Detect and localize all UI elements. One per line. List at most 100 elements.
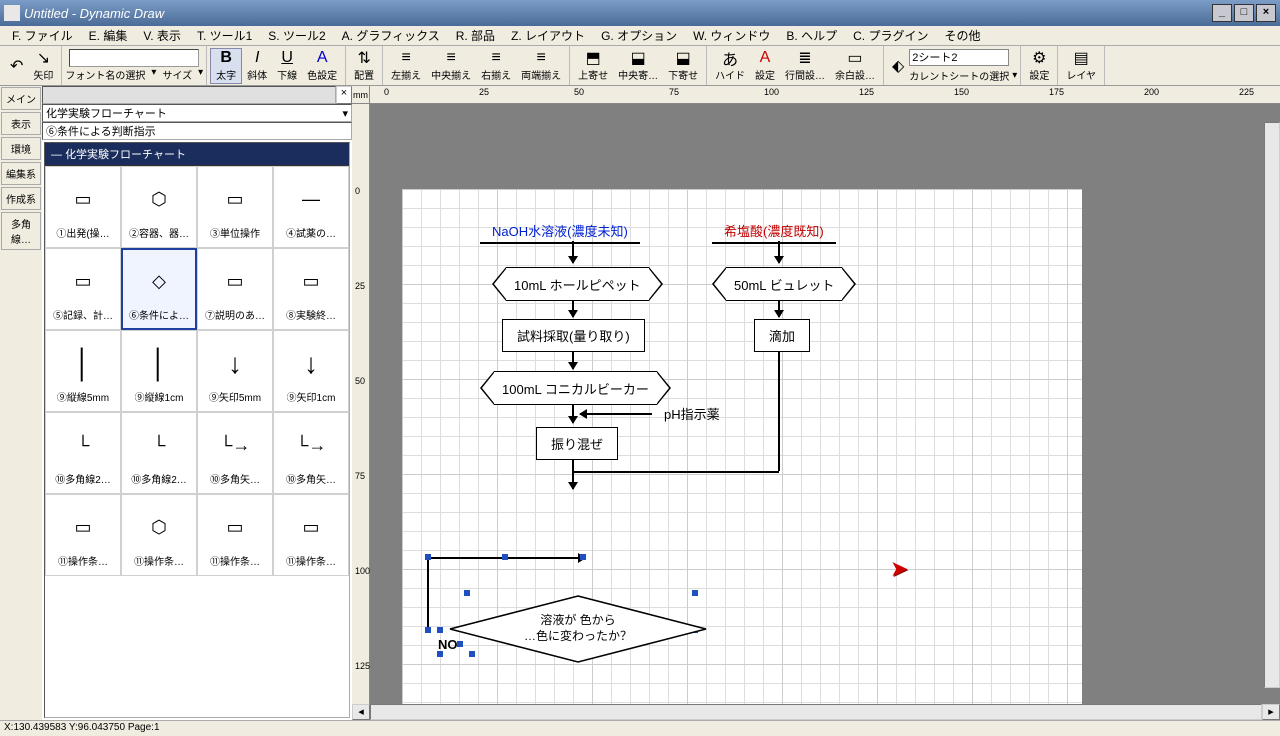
- hex-burette[interactable]: 50mL ビュレット: [712, 267, 856, 301]
- menu-window[interactable]: W. ウィンドウ: [685, 25, 778, 46]
- orient-button[interactable]: ⇅配置: [349, 48, 379, 84]
- bold-button[interactable]: B太字: [210, 48, 242, 84]
- minimize-button[interactable]: _: [1212, 4, 1232, 22]
- shape-palette-item[interactable]: └→⑩多角矢…: [197, 412, 273, 494]
- shape-palette-item[interactable]: ↓⑨矢印1cm: [273, 330, 349, 412]
- menu-options[interactable]: G. オプション: [593, 25, 685, 46]
- valign-mid-button[interactable]: ⬓中央寄…: [613, 48, 663, 84]
- shape-palette-item[interactable]: ▭①出発(操…: [45, 166, 121, 248]
- tool-undo[interactable]: ↶: [5, 48, 28, 84]
- sheet-name-input[interactable]: 2シート2: [909, 49, 1009, 66]
- title-hcl[interactable]: 希塩酸(濃度既知): [712, 219, 836, 244]
- selection-handle[interactable]: [425, 554, 431, 560]
- template-select[interactable]: 化学実験フローチャート▾: [42, 104, 352, 122]
- sheet-settings-button[interactable]: ⚙設定: [1024, 48, 1054, 84]
- font-settings-button[interactable]: A設定: [750, 48, 780, 84]
- align-both-button[interactable]: ≡両端揃え: [516, 48, 566, 84]
- shape-palette-item[interactable]: ▭⑪操作条…: [45, 494, 121, 576]
- arrow-icon: [572, 405, 574, 423]
- shape-palette-item[interactable]: ▭⑧実験終…: [273, 248, 349, 330]
- arrow-icon: [572, 351, 574, 369]
- ruler-unit: mm: [352, 86, 370, 103]
- line-spacing-button[interactable]: ≣行間設…: [780, 48, 830, 84]
- menu-tool1[interactable]: T. ツール1: [189, 25, 260, 46]
- menu-edit[interactable]: E. 編集: [81, 25, 136, 46]
- tool-arrow[interactable]: ↘矢印: [28, 48, 58, 84]
- tab-poly[interactable]: 多角線…: [1, 212, 41, 250]
- title-naoh[interactable]: NaOH水溶液(濃度未知): [480, 219, 640, 244]
- label-no[interactable]: NO: [438, 637, 458, 652]
- menu-tool2[interactable]: S. ツール2: [260, 25, 333, 46]
- shape-palette-item[interactable]: │⑨縦線5mm: [45, 330, 121, 412]
- zoom-slider[interactable]: [42, 86, 336, 104]
- shape-palette-item[interactable]: —④試薬の…: [273, 166, 349, 248]
- label-indicator[interactable]: pH指示薬: [664, 404, 720, 423]
- shape-palette-item[interactable]: └⑩多角線2…: [45, 412, 121, 494]
- left-tabs: メイン 表示 環境 編集系 作成系 多角線…: [0, 86, 42, 720]
- shape-palette-header[interactable]: — 化学実験フローチャート: [45, 143, 349, 166]
- line: [778, 351, 780, 471]
- menu-plugin[interactable]: C. プラグイン: [845, 25, 936, 46]
- diamond-decision[interactable]: 溶液が 色から…色に変わったか？: [448, 594, 708, 664]
- margin-button[interactable]: ▭余白設…: [830, 48, 880, 84]
- menu-help[interactable]: B. ヘルプ: [778, 25, 845, 46]
- selection-handle[interactable]: [437, 627, 443, 633]
- valign-top-button[interactable]: ⬒上寄せ: [573, 48, 613, 84]
- shape-palette-item[interactable]: ▭⑪操作条…: [197, 494, 273, 576]
- shape-palette-item[interactable]: └⑩多角線2…: [121, 412, 197, 494]
- selection-handle[interactable]: [425, 627, 431, 633]
- shape-palette-item[interactable]: ▭⑤記録、計…: [45, 248, 121, 330]
- menu-graphics[interactable]: A. グラフィックス: [334, 25, 448, 46]
- tab-display[interactable]: 表示: [1, 112, 41, 135]
- tab-create[interactable]: 作成系: [1, 187, 41, 210]
- close-panel-button[interactable]: ×: [336, 86, 352, 104]
- align-right-button[interactable]: ≡右揃え: [476, 48, 516, 84]
- align-center-button[interactable]: ≡中央揃え: [426, 48, 476, 84]
- vertical-scrollbar[interactable]: [1264, 122, 1280, 688]
- shape-palette-item[interactable]: ◇⑥条件によ…: [121, 248, 197, 330]
- box-drop[interactable]: 滴加: [754, 319, 810, 352]
- char-button[interactable]: あハイド: [710, 48, 750, 84]
- menu-layout[interactable]: Z. レイアウト: [503, 25, 593, 46]
- shape-palette-item[interactable]: ⬡⑪操作条…: [121, 494, 197, 576]
- arrow-icon: [778, 301, 780, 317]
- box-sample[interactable]: 試料採取(量り取り): [502, 319, 645, 352]
- shape-palette-item[interactable]: ⬡②容器、器…: [121, 166, 197, 248]
- arrow-icon: [572, 459, 574, 489]
- shape-palette-item[interactable]: │⑨縦線1cm: [121, 330, 197, 412]
- horizontal-scrollbar[interactable]: ◂ ▸: [352, 704, 1280, 720]
- hex-beaker[interactable]: 100mL コニカルビーカー: [480, 371, 671, 405]
- selection-handle[interactable]: [580, 554, 586, 560]
- shape-palette-item[interactable]: ↓⑨矢印5mm: [197, 330, 273, 412]
- align-left-button[interactable]: ≡左揃え: [386, 48, 426, 84]
- underline-button[interactable]: U下線: [272, 48, 302, 84]
- selection-handle[interactable]: [502, 554, 508, 560]
- tab-main[interactable]: メイン: [1, 87, 41, 110]
- tab-env[interactable]: 環境: [1, 137, 41, 160]
- box-mix[interactable]: 振り混ぜ: [536, 427, 618, 460]
- arrow-icon: [572, 241, 574, 263]
- tab-edit[interactable]: 編集系: [1, 162, 41, 185]
- shape-palette-item[interactable]: ▭⑪操作条…: [273, 494, 349, 576]
- sheet-prev-button[interactable]: ⬖: [887, 48, 909, 84]
- menu-bar: F. ファイル E. 編集 V. 表示 T. ツール1 S. ツール2 A. グ…: [0, 26, 1280, 46]
- menu-other[interactable]: その他: [936, 25, 988, 46]
- page[interactable]: NaOH水溶液(濃度未知) 希塩酸(濃度既知) 10mL ホールピペット 50m…: [402, 189, 1082, 704]
- menu-parts[interactable]: R. 部品: [448, 25, 503, 46]
- hex-pipette[interactable]: 10mL ホールピペット: [492, 267, 663, 301]
- shape-palette-item[interactable]: ▭⑦説明のあ…: [197, 248, 273, 330]
- valign-bot-button[interactable]: ⬓下寄せ: [663, 48, 703, 84]
- maximize-button[interactable]: □: [1234, 4, 1254, 22]
- italic-button[interactable]: I斜体: [242, 48, 272, 84]
- close-button[interactable]: ×: [1256, 4, 1276, 22]
- font-name-select[interactable]: [69, 49, 199, 67]
- horizontal-ruler: 0255075100125150175200225: [370, 86, 1280, 103]
- layer-button[interactable]: ▤レイヤ: [1061, 48, 1101, 84]
- canvas[interactable]: NaOH水溶液(濃度未知) 希塩酸(濃度既知) 10mL ホールピペット 50m…: [370, 104, 1280, 704]
- shape-palette-item[interactable]: └→⑩多角矢…: [273, 412, 349, 494]
- canvas-area: mm 0255075100125150175200225 02550751001…: [352, 86, 1280, 720]
- menu-view[interactable]: V. 表示: [135, 25, 189, 46]
- menu-file[interactable]: F. ファイル: [4, 25, 81, 46]
- color-button[interactable]: A色設定: [302, 48, 342, 84]
- shape-palette-item[interactable]: ▭③単位操作: [197, 166, 273, 248]
